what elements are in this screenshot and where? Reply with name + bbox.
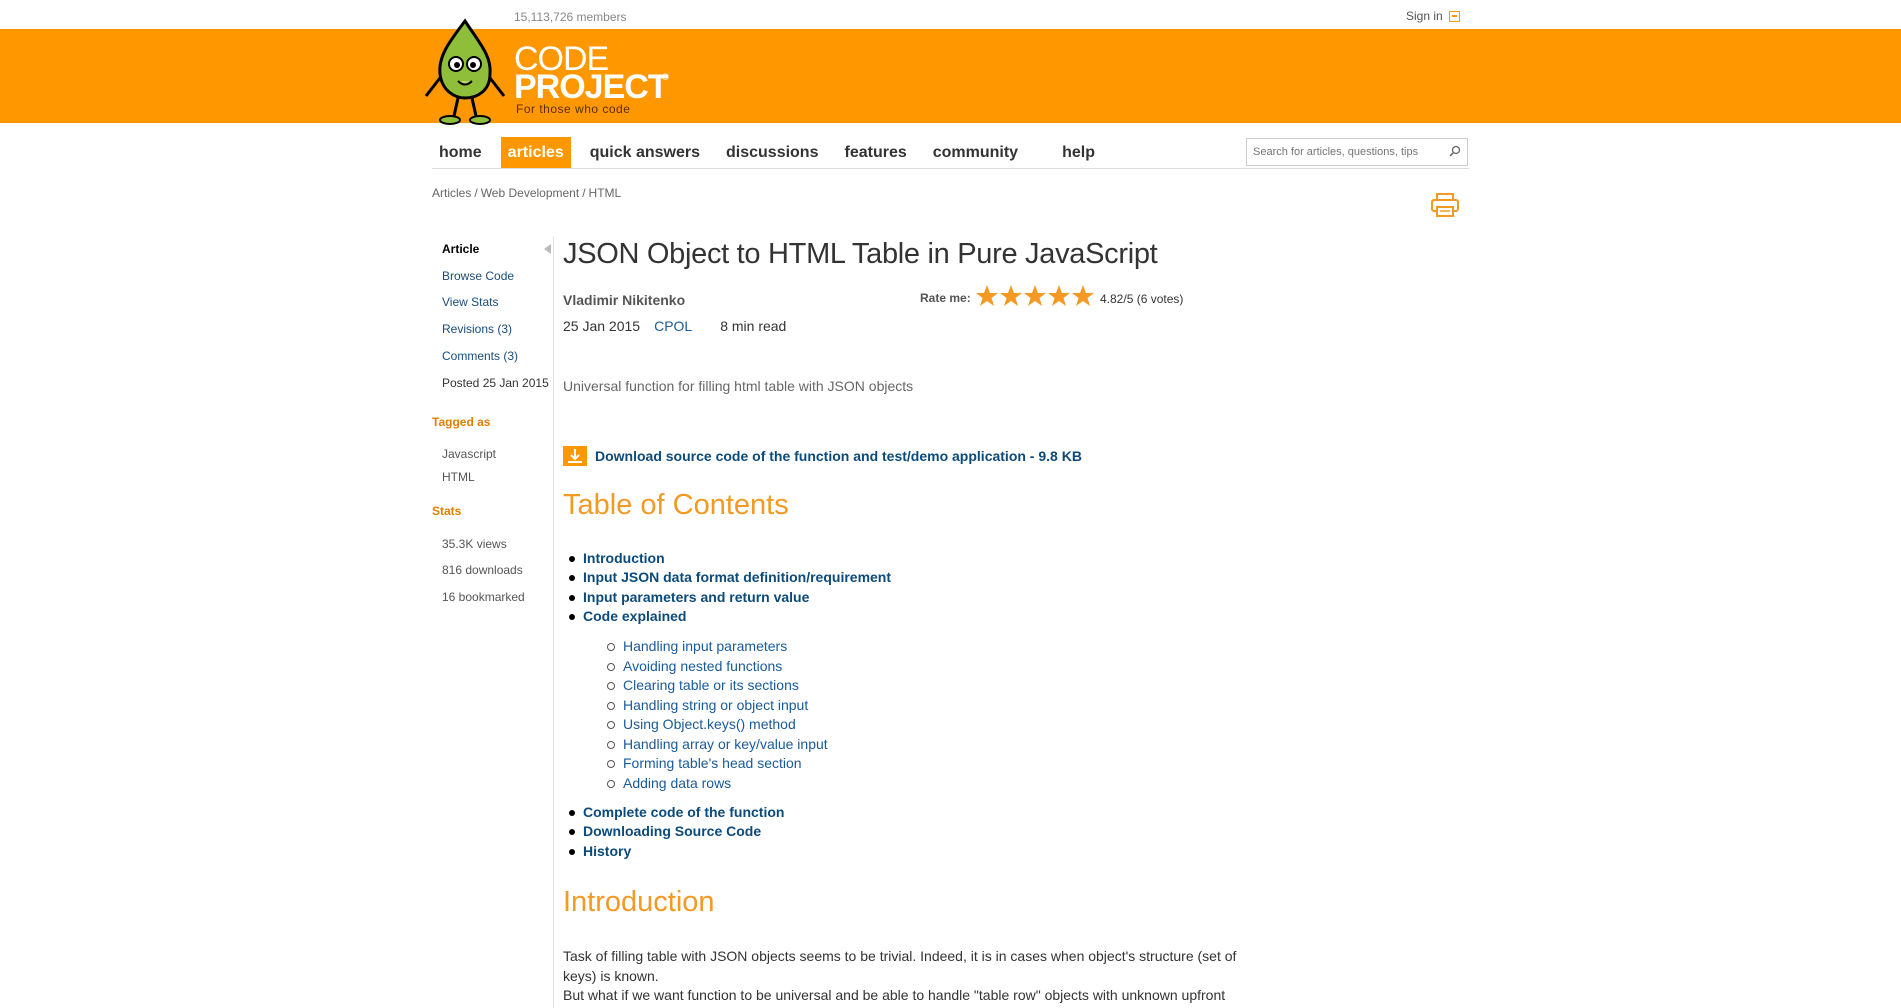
stat-bookmarked: 16 bookmarked <box>442 590 525 604</box>
download-link[interactable]: Download source code of the function and… <box>563 446 1082 466</box>
sidebar-item-view-stats[interactable]: View Stats <box>442 295 498 309</box>
tag-html[interactable]: HTML <box>442 470 475 484</box>
sidebar-posted-date: Posted 25 Jan 2015 <box>442 376 549 390</box>
sidebar-item-revisions[interactable]: Revisions (3) <box>442 322 512 336</box>
toc-sub-link[interactable]: Handling input parameters <box>606 638 787 654</box>
top-strip <box>0 0 1901 29</box>
toc-link-history[interactable]: History <box>568 843 631 859</box>
breadcrumb-separator: / <box>582 186 586 200</box>
star-icon[interactable] <box>975 284 999 308</box>
rating-stars[interactable] <box>975 284 1095 308</box>
breadcrumb-separator: / <box>474 186 478 200</box>
nav-help[interactable]: help <box>1055 137 1102 169</box>
toc-sub-link[interactable]: Clearing table or its sections <box>607 677 799 693</box>
star-icon[interactable] <box>999 284 1023 308</box>
rate-me-label: Rate me: <box>920 291 971 305</box>
article-title: JSON Object to HTML Table in Pure JavaSc… <box>563 238 1158 270</box>
download-label[interactable]: Download source code of the function and… <box>595 448 1082 464</box>
article-summary: Universal function for filling html tabl… <box>563 378 914 394</box>
toc-sub-link[interactable]: Avoiding nested functions <box>606 658 782 674</box>
collapse-sidebar-icon[interactable] <box>544 244 551 254</box>
search-icon[interactable] <box>1449 145 1461 157</box>
toc-sub-link[interactable]: Handling array or key/value input <box>607 736 828 752</box>
intro-paragraph-line: Task of filling table with JSON objects … <box>563 948 1237 964</box>
nav-community[interactable]: community <box>926 137 1025 169</box>
star-icon[interactable] <box>1071 284 1095 308</box>
license-link[interactable]: CPOL <box>654 318 692 334</box>
search-box[interactable] <box>1246 138 1468 166</box>
toc-link-input-format[interactable]: Input JSON data format definition/requir… <box>568 569 891 585</box>
toc-sub-link[interactable]: Forming table's head section <box>607 755 802 771</box>
intro-paragraph-line: keys) is known. <box>563 968 659 984</box>
intro-paragraph-line: But what if we want function to be unive… <box>563 987 1226 1003</box>
nav-features[interactable]: features <box>837 137 913 169</box>
article-author[interactable]: Vladimir Nikitenko <box>563 292 685 308</box>
sign-in-link[interactable]: Sign in <box>1406 9 1460 23</box>
toc-sub-link[interactable]: Handling string or object input <box>606 697 808 713</box>
logo-registered-mark: ® <box>662 72 669 82</box>
toc-link-downloading[interactable]: Downloading Source Code <box>568 823 761 839</box>
article-meta: 25 Jan 2015 CPOL 8 min read <box>563 318 786 334</box>
breadcrumb: Articles / Web Development / HTML <box>432 186 621 200</box>
star-icon[interactable] <box>1023 284 1047 308</box>
download-icon[interactable] <box>563 446 587 466</box>
toc-heading: Table of Contents <box>563 489 789 521</box>
nav-quick-answers[interactable]: quick answers <box>583 137 707 169</box>
breadcrumb-html[interactable]: HTML <box>589 186 622 200</box>
nav-discussions[interactable]: discussions <box>719 137 825 169</box>
read-time: 8 min read <box>720 318 787 334</box>
toc-sub-link[interactable]: Using Object.keys() method <box>607 716 796 732</box>
tag-javascript[interactable]: Javascript <box>442 447 496 461</box>
nav-divider <box>432 168 1469 169</box>
breadcrumb-web-development[interactable]: Web Development <box>481 186 580 200</box>
toc-link-complete-code[interactable]: Complete code of the function <box>568 804 784 820</box>
logo-tagline: For those who code <box>516 102 631 116</box>
sign-in-label[interactable]: Sign in <box>1406 9 1443 23</box>
breadcrumb-articles[interactable]: Articles <box>432 186 471 200</box>
toc-link-code-explained[interactable]: Code explained <box>568 608 686 624</box>
print-icon[interactable] <box>1430 192 1460 218</box>
stat-downloads: 816 downloads <box>442 563 523 577</box>
sidebar-item-article[interactable]: Article <box>442 242 479 256</box>
toc-link-input-parameters[interactable]: Input parameters and return value <box>568 589 809 605</box>
stat-views: 35.3K views <box>442 537 507 551</box>
sign-in-icon[interactable] <box>1448 10 1460 22</box>
header-banner <box>0 29 1901 123</box>
search-input[interactable] <box>1247 139 1449 165</box>
article-date: 25 Jan 2015 <box>563 318 641 334</box>
sidebar-divider <box>553 236 554 1008</box>
main-nav: home articles quick answers discussions … <box>432 137 1114 169</box>
nav-home[interactable]: home <box>432 137 489 169</box>
introduction-heading: Introduction <box>563 886 715 918</box>
stats-heading: Stats <box>432 504 462 518</box>
rating-summary: 4.82/5 (6 votes) <box>1100 292 1184 306</box>
toc-link-introduction[interactable]: Introduction <box>569 550 665 566</box>
star-icon[interactable] <box>1047 284 1071 308</box>
sidebar-item-browse-code[interactable]: Browse Code <box>442 269 514 283</box>
sidebar-item-comments[interactable]: Comments (3) <box>442 349 518 363</box>
nav-articles[interactable]: articles <box>500 137 571 169</box>
toc-sub-link[interactable]: Adding data rows <box>606 775 731 791</box>
tagged-as-heading: Tagged as <box>432 415 491 429</box>
